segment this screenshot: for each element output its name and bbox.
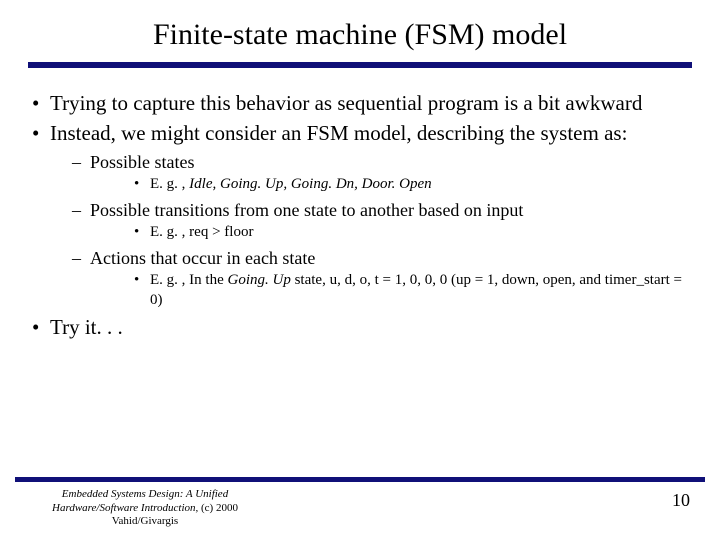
page-number: 10 xyxy=(672,490,690,511)
eg-prefix: E. g. , xyxy=(150,176,189,192)
bullet-text: Trying to capture this behavior as seque… xyxy=(50,91,642,115)
footer-line2-it: Hardware/Software Introduction, xyxy=(52,502,198,514)
bullet-item: Trying to capture this behavior as seque… xyxy=(28,90,692,116)
sub-list: Possible states E. g. , Idle, Going. Up,… xyxy=(50,151,692,311)
sub-item: Possible transitions from one state to a… xyxy=(50,199,692,243)
footer: Embedded Systems Design: A Unified Hardw… xyxy=(0,477,720,540)
bullet-text: Instead, we might consider an FSM model,… xyxy=(50,121,627,145)
eg-text: E. g. , req > floor xyxy=(150,224,253,240)
bullet-text: Try it. . . xyxy=(50,315,123,339)
sub-sub-item: E. g. , In the Going. Up state, u, d, o,… xyxy=(90,271,692,310)
sub-item: Actions that occur in each state E. g. ,… xyxy=(50,247,692,311)
sub-sub-item: E. g. , req > floor xyxy=(90,223,692,243)
bullet-item: Instead, we might consider an FSM model,… xyxy=(28,120,692,310)
bullet-item: Try it. . . xyxy=(28,314,692,340)
slide-title: Finite-state machine (FSM) model xyxy=(28,18,692,52)
eg-italic: Going. Up xyxy=(227,272,290,288)
slide: Finite-state machine (FSM) model Trying … xyxy=(0,0,720,540)
sub-sub-item: E. g. , Idle, Going. Up, Going. Dn, Door… xyxy=(90,175,692,195)
footer-line1: Embedded Systems Design: A Unified xyxy=(62,488,228,500)
sub-text: Possible transitions from one state to a… xyxy=(90,200,523,220)
sub-sub-list: E. g. , Idle, Going. Up, Going. Dn, Door… xyxy=(90,175,692,195)
sub-sub-list: E. g. , In the Going. Up state, u, d, o,… xyxy=(90,271,692,310)
sub-item: Possible states E. g. , Idle, Going. Up,… xyxy=(50,151,692,195)
sub-text: Possible states xyxy=(90,152,195,172)
eg-prefix: E. g. , In the xyxy=(150,272,227,288)
eg-italic: Idle, Going. Up, Going. Dn, Door. Open xyxy=(189,176,431,192)
bullet-list: Trying to capture this behavior as seque… xyxy=(28,90,692,340)
title-rule xyxy=(28,62,692,68)
footer-row: Embedded Systems Design: A Unified Hardw… xyxy=(0,488,720,528)
footer-rule xyxy=(15,477,705,482)
sub-text: Actions that occur in each state xyxy=(90,248,315,268)
sub-sub-list: E. g. , req > floor xyxy=(90,223,692,243)
footer-credit: Embedded Systems Design: A Unified Hardw… xyxy=(20,488,270,528)
